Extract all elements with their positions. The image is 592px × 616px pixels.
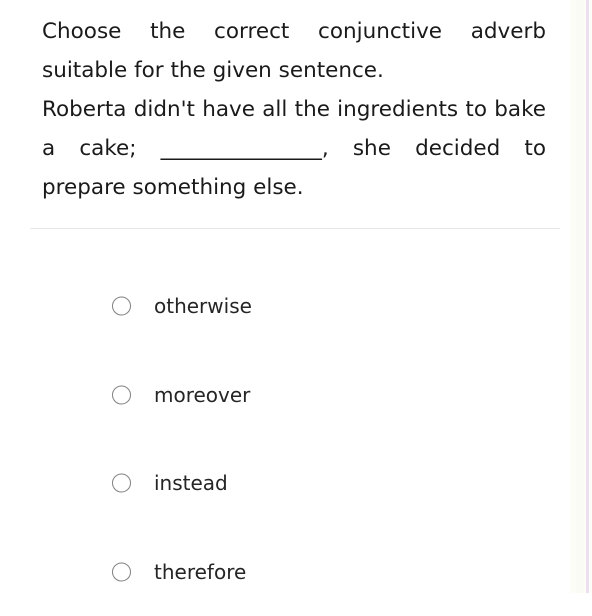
option-label-therefore: therefore — [154, 560, 246, 584]
quiz-card: Choose the correct conjunctive adverb su… — [0, 0, 570, 593]
option-label-instead: instead — [154, 471, 228, 495]
edge-accent-stripe — [586, 0, 589, 593]
option-label-otherwise: otherwise — [154, 294, 252, 318]
option-row-instead[interactable]: instead — [0, 439, 570, 528]
answer-options-list: otherwise moreover instead therefore — [0, 262, 570, 616]
scrollbar-track[interactable] — [576, 0, 584, 593]
option-label-moreover: moreover — [154, 383, 250, 407]
radio-button-therefore[interactable] — [112, 562, 131, 581]
option-row-moreover[interactable]: moreover — [0, 351, 570, 440]
question-sentence: Roberta didn't have all the ingredients … — [42, 90, 546, 207]
question-block: Choose the correct conjunctive adverb su… — [42, 12, 546, 207]
radio-button-instead[interactable] — [112, 474, 131, 493]
option-row-therefore[interactable]: therefore — [0, 528, 570, 616]
radio-button-moreover[interactable] — [112, 385, 131, 404]
radio-button-otherwise[interactable] — [112, 297, 131, 316]
question-instruction: Choose the correct conjunctive adverb su… — [42, 12, 546, 90]
option-row-otherwise[interactable]: otherwise — [0, 262, 570, 351]
section-divider — [30, 228, 560, 229]
